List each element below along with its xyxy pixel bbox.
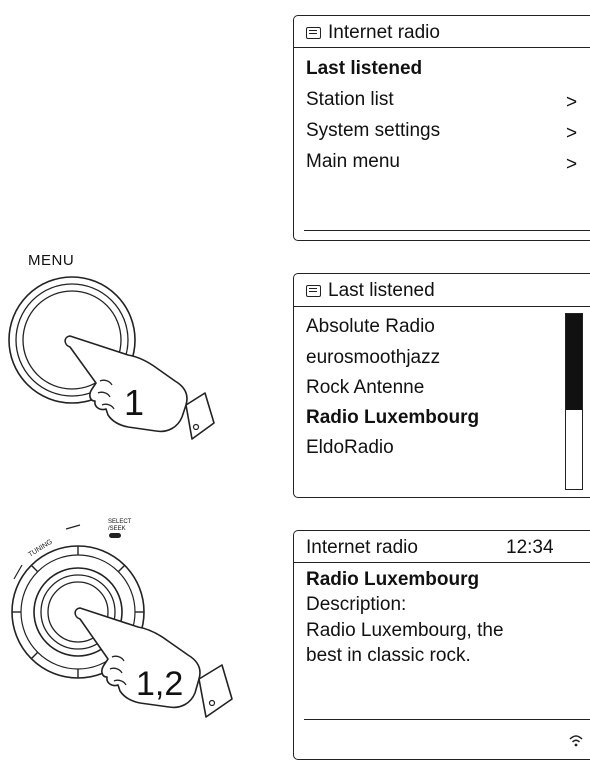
step-number: 1 (124, 382, 144, 423)
seek-label: /SEEK (108, 526, 126, 532)
list-icon (306, 285, 321, 297)
clock-time: 12:34 (506, 537, 554, 558)
title-divider (294, 562, 590, 563)
tuning-knob-icon[interactable]: TUNING SELECT /SEEK 1,2 (0, 505, 270, 749)
menu-button-icon[interactable]: 1 (0, 265, 260, 465)
scrollbar[interactable] (565, 313, 583, 490)
status-divider (304, 719, 590, 720)
wifi-signal-icon (569, 735, 583, 747)
screen-title: Internet radio (306, 21, 590, 45)
screen-title-text: Internet radio (328, 22, 440, 43)
menu-item-station-list[interactable]: Station list (306, 88, 590, 112)
info-line: Description: (306, 594, 407, 615)
title-divider (294, 47, 590, 48)
display-screen-last-listened: Last listened Absolute Radio eurosmoothj… (293, 273, 590, 498)
chevron-right-icon: > (566, 123, 578, 144)
station-item-selected[interactable]: Radio Luxembourg (306, 406, 590, 430)
menu-item-system-settings[interactable]: System settings (306, 119, 590, 143)
station-item[interactable]: EldoRadio (306, 436, 590, 460)
select-button-icon (109, 533, 121, 538)
chevron-right-icon: > (566, 92, 578, 113)
step-number: 1,2 (136, 665, 183, 703)
info-line: best in classic rock. (306, 645, 471, 666)
station-name: Radio Luxembourg (306, 569, 480, 590)
title-divider (294, 306, 590, 307)
list-icon (306, 27, 321, 39)
status-divider (304, 230, 590, 231)
menu-item-last-listened[interactable]: Last listened (306, 57, 590, 81)
chevron-right-icon: > (566, 154, 578, 175)
station-item[interactable]: eurosmoothjazz (306, 346, 590, 370)
menu-item-main-menu[interactable]: Main menu (306, 150, 590, 174)
station-item[interactable]: Absolute Radio (306, 315, 590, 339)
scrollbar-thumb[interactable] (566, 314, 582, 411)
station-item[interactable]: Rock Antenne (306, 376, 590, 400)
screen-title-text: Last listened (328, 280, 435, 301)
display-screen-station-info: Internet radio 12:34 Radio Luxembourg De… (293, 530, 590, 760)
right-arrow-icon (65, 524, 81, 530)
select-label: SELECT (108, 519, 132, 525)
screen-title: Last listened (306, 279, 590, 303)
display-screen-internet-radio: Internet radio Last listened Station lis… (293, 15, 590, 241)
info-line: Radio Luxembourg, the (306, 620, 504, 641)
left-arrow-icon (13, 564, 23, 580)
